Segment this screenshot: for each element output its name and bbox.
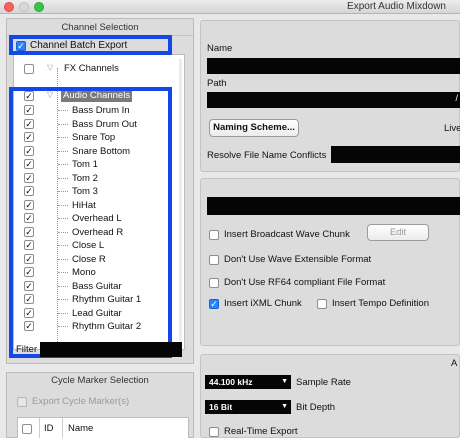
- window-title: Export Audio Mixdown: [347, 1, 446, 12]
- sample-rate-select[interactable]: 44.100 kHz ▼: [205, 375, 291, 389]
- rf64-label: Don't Use RF64 compliant File Format: [224, 277, 386, 288]
- close-window-button[interactable]: [4, 2, 14, 12]
- edit-button[interactable]: Edit: [367, 224, 429, 241]
- batch-export-highlight-frame: [9, 35, 172, 55]
- real-time-export-checkbox[interactable]: [209, 427, 219, 437]
- name-label: Name: [207, 43, 233, 54]
- file-format-panel: Insert Broadcast Wave Chunk Edit Don't U…: [200, 178, 460, 346]
- file-type-select[interactable]: [207, 197, 460, 215]
- cycle-marker-table: ID Name: [17, 417, 189, 438]
- filter-label: Filter: [16, 344, 38, 355]
- wave-extensible-label: Don't Use Wave Extensible Format: [224, 254, 372, 265]
- dropdown-arrow-icon: ▼: [281, 378, 288, 385]
- real-time-export-label: Real-Time Export: [224, 426, 298, 437]
- minimize-window-button[interactable]: [19, 2, 29, 12]
- column-header-name[interactable]: Name: [68, 423, 93, 434]
- tempo-definition-checkbox[interactable]: [317, 299, 327, 309]
- channel-selection-header: Channel Selection: [7, 19, 193, 36]
- rf64-checkbox[interactable]: [209, 278, 219, 288]
- dropdown-arrow-icon: ▼: [281, 403, 288, 410]
- column-divider: [39, 418, 40, 438]
- export-cycle-markers-checkbox[interactable]: [17, 397, 27, 407]
- resolve-conflicts-select[interactable]: [331, 146, 460, 163]
- sample-rate-value: 44.100 kHz: [209, 377, 253, 387]
- column-header-id[interactable]: ID: [44, 423, 54, 434]
- broadcast-wave-label: Insert Broadcast Wave Chunk: [224, 229, 350, 240]
- channel-selection-panel: Channel Selection ✓ Channel Batch Export…: [6, 18, 194, 364]
- bit-depth-label: Bit Depth: [296, 402, 336, 413]
- live-label: Live: [444, 123, 460, 134]
- export-cycle-markers-label: Export Cycle Marker(s): [32, 396, 130, 407]
- audio-channels-highlight-frame: [9, 87, 172, 358]
- filter-input[interactable]: [40, 342, 182, 357]
- cycle-table-select-all-checkbox[interactable]: [22, 424, 32, 434]
- wave-extensible-checkbox[interactable]: [209, 255, 219, 265]
- name-input[interactable]: [207, 58, 460, 74]
- fx-channels-label: FX Channels: [64, 63, 119, 74]
- path-label: Path: [207, 78, 227, 89]
- cycle-marker-header: Cycle Marker Selection: [51, 375, 149, 386]
- audio-engine-panel: A 44.100 kHz ▼ Sample Rate 16 Bit ▼ Bit …: [200, 354, 460, 438]
- naming-scheme-button[interactable]: Naming Scheme...: [209, 119, 299, 137]
- resolve-conflicts-label: Resolve File Name Conflicts: [207, 150, 327, 161]
- broadcast-wave-checkbox[interactable]: [209, 230, 219, 240]
- path-input[interactable]: /: [207, 92, 460, 108]
- fx-channels-checkbox[interactable]: [24, 64, 34, 74]
- path-slash: /: [455, 93, 458, 103]
- ixml-chunk-checkbox[interactable]: ✓: [209, 299, 219, 309]
- zoom-window-button[interactable]: [34, 2, 44, 12]
- bit-depth-select[interactable]: 16 Bit ▼: [205, 400, 291, 414]
- ixml-chunk-label: Insert iXML Chunk: [224, 298, 302, 309]
- tempo-definition-label: Insert Tempo Definition: [332, 298, 429, 309]
- title-bar: Export Audio Mixdown: [0, 0, 460, 14]
- collapse-triangle-icon[interactable]: ▽: [47, 63, 53, 72]
- column-divider: [62, 418, 63, 438]
- bit-depth-value: 16 Bit: [209, 402, 233, 412]
- tree-scrollbar[interactable]: [179, 59, 182, 343]
- file-location-panel: Name Path / Naming Scheme... Live Resolv…: [200, 20, 460, 172]
- cycle-marker-panel: Cycle Marker Selection Export Cycle Mark…: [6, 372, 194, 438]
- audio-engine-header-fragment: A: [451, 358, 458, 369]
- sample-rate-label: Sample Rate: [296, 377, 351, 388]
